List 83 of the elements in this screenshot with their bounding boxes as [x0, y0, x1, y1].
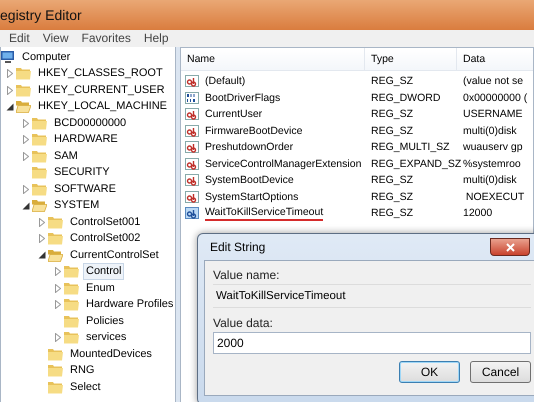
menu-item[interactable]: Help [144, 30, 169, 47]
computer-icon [1, 50, 15, 64]
value-data: USERNAME [462, 107, 524, 122]
window-title: egistry Editor [0, 7, 82, 23]
folder-icon [64, 314, 79, 328]
tree-item[interactable]: Computer [19, 48, 74, 66]
value-name[interactable]: CurrentUser [205, 108, 262, 120]
tree-item[interactable]: SOFTWARE [51, 180, 119, 198]
close-icon [506, 242, 514, 252]
column-header[interactable]: Type [365, 48, 457, 71]
dialog-title: Edit String [210, 240, 266, 254]
collapsed-arrow-icon[interactable] [53, 300, 62, 310]
column-header[interactable]: Name [181, 48, 365, 71]
value-data: wuauserv gp [462, 140, 524, 156]
expanded-arrow-icon[interactable] [37, 250, 46, 260]
collapsed-arrow-icon[interactable] [21, 184, 30, 194]
collapsed-arrow-icon[interactable] [21, 118, 30, 128]
value-name[interactable]: BootDriverFlags [205, 92, 280, 104]
value-name[interactable]: WaitToKillServiceTimeout [205, 205, 324, 222]
field-label: Value data: [213, 315, 274, 332]
value-data: 0x00000000 ( [462, 90, 528, 106]
value-type: REG_SZ [370, 173, 414, 188]
value-name-field: WaitToKillServiceTimeout [213, 284, 531, 308]
folder-icon [48, 364, 63, 378]
tree-item[interactable]: services [83, 329, 130, 346]
value-data: 12000 [462, 206, 494, 222]
tree-item[interactable]: Enum [83, 280, 118, 297]
collapsed-arrow-icon[interactable] [5, 86, 14, 95]
collapsed-arrow-icon[interactable] [53, 267, 62, 276]
tree-item[interactable]: SECURITY [51, 164, 113, 182]
value-type: REG_SZ [370, 206, 414, 222]
cancel-button[interactable]: Cancel [470, 361, 531, 383]
tree-item[interactable]: ControlSet002 [67, 230, 144, 248]
collapsed-arrow-icon[interactable] [21, 135, 30, 144]
value-name[interactable]: (Default) [205, 75, 246, 88]
expanded-arrow-icon[interactable] [21, 201, 30, 210]
tree-item[interactable]: MountedDevices [67, 346, 155, 363]
value-type: REG_SZ [370, 107, 414, 122]
value-type: REG_MULTI_SZ [370, 140, 451, 156]
value-name[interactable]: SystemStartOptions [205, 190, 298, 203]
tree-item[interactable]: Select [67, 378, 104, 396]
value-data: multi(0)disk [462, 173, 518, 188]
folder-icon [48, 380, 63, 394]
tree-item[interactable]: RNG [67, 362, 98, 380]
expanded-arrow-icon[interactable] [5, 102, 14, 112]
tree-item[interactable]: HKEY_CURRENT_USER [35, 82, 168, 99]
value-data: NOEXECUT [464, 190, 526, 205]
value-type: REG_SZ [370, 190, 414, 205]
collapsed-arrow-icon[interactable] [37, 218, 46, 227]
collapsed-arrow-icon[interactable] [37, 234, 46, 244]
tree-item[interactable]: Hardware Profiles [83, 296, 175, 314]
value-name[interactable]: SystemBootDevice [205, 174, 294, 186]
value-type: REG_SZ [370, 74, 414, 90]
collapsed-arrow-icon[interactable] [5, 69, 14, 78]
value-name[interactable]: FirmwareBootDevice [205, 124, 302, 137]
ok-button[interactable]: OK [399, 361, 460, 383]
menu-item[interactable]: Favorites [81, 30, 131, 47]
menu-item[interactable]: View [42, 30, 68, 47]
value-type: REG_DWORD [370, 90, 442, 106]
tree-item[interactable]: BCD00000000 [51, 114, 130, 132]
collapsed-arrow-icon[interactable] [53, 284, 62, 293]
value-data: multi(0)disk [462, 124, 518, 139]
collapsed-arrow-icon[interactable] [21, 152, 30, 161]
menu-item[interactable]: Edit [9, 30, 30, 47]
value-name[interactable]: PreshutdownOrder [205, 141, 294, 154]
tree-item[interactable]: ControlSet001 [67, 214, 144, 231]
value-data-field[interactable]: 2000 [213, 332, 531, 354]
collapsed-arrow-icon[interactable] [53, 333, 62, 342]
folder-icon [48, 348, 63, 361]
value-type: REG_SZ [370, 124, 414, 139]
value-name[interactable]: ServiceControlManagerExtension [205, 158, 362, 170]
tree-item[interactable]: Policies [83, 312, 127, 330]
tree-item[interactable]: Control [83, 263, 124, 280]
tree-item[interactable]: SAM [51, 148, 81, 165]
tree-item[interactable]: HKEY_LOCAL_MACHINE [35, 98, 170, 116]
value-data: (value not se [462, 74, 524, 90]
field-label: Value name: [213, 267, 280, 284]
tree-item[interactable]: CurrentControlSet [67, 246, 162, 264]
tree-item[interactable]: SYSTEM [51, 197, 102, 214]
close-button[interactable] [490, 238, 530, 256]
folder-icon [32, 166, 47, 180]
tree-item[interactable]: HKEY_CLASSES_ROOT [35, 65, 166, 82]
tree-item[interactable]: HARDWARE [51, 131, 121, 148]
